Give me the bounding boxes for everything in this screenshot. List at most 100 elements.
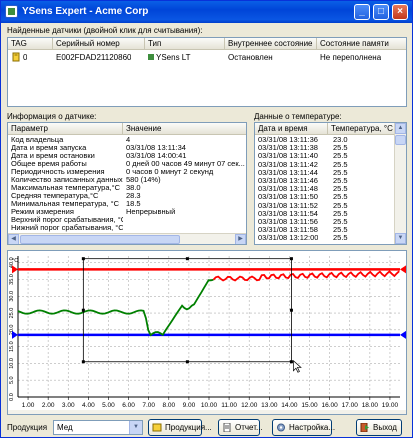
info-list[interactable]: Параметр Значение Код владельца 4 Дата и в… <box>7 122 247 245</box>
chart-scroll-strip <box>8 410 406 414</box>
info-row[interactable]: Количество записанных данных 580 (14%) <box>8 176 246 184</box>
product-select[interactable]: Мед ▼ <box>53 420 143 435</box>
temp-row[interactable]: 03/31/08 13:11:36 23.0 <box>255 136 395 144</box>
col-param[interactable]: Параметр <box>8 123 123 135</box>
col-state[interactable]: Внутреннее состояние <box>225 38 317 50</box>
temp-row[interactable]: 03/31/08 13:11:54 25.5 <box>255 210 395 218</box>
temp-value: 25.5 <box>333 185 348 194</box>
title-bar[interactable]: YSens Expert - Acme Corp _ □ × <box>1 1 412 23</box>
col-tag[interactable]: TAG <box>8 38 53 50</box>
x-tick-label: 6.00 <box>122 402 135 409</box>
temp-datetime: 03/31/08 13:11:36 <box>258 136 318 144</box>
chevron-down-icon[interactable]: ▼ <box>129 421 142 434</box>
info-value: 03/31/08 13:11:34 <box>126 144 186 152</box>
info-value: Непрерывный <box>126 208 176 216</box>
x-tick-label: 14.00 <box>281 402 298 409</box>
temp-datetime: 03/31/08 13:11:54 <box>258 209 318 218</box>
info-param: Максимальная температура,°C <box>11 184 120 192</box>
sensor-tag-icon <box>12 52 20 62</box>
y-tick-label: 0.0 <box>9 393 15 401</box>
temp-row[interactable]: 03/31/08 13:11:56 25.5 <box>255 218 395 226</box>
main-window: YSens Expert - Acme Corp _ □ × Найденные… <box>0 0 413 438</box>
info-row[interactable]: Нижний порог срабатывания, °C <box>8 224 246 232</box>
exit-button[interactable]: Выход <box>356 419 402 436</box>
settings-button[interactable]: Настройка... <box>272 419 335 436</box>
minimize-button[interactable]: _ <box>354 4 370 20</box>
info-row[interactable]: Режим измерения Непрерывный <box>8 208 246 216</box>
temp-row[interactable]: 03/31/08 13:12:00 25.5 <box>255 234 395 242</box>
info-row[interactable]: Минимальная температура, °C 18.5 <box>8 200 246 208</box>
col-serial[interactable]: Серийный номер <box>53 38 145 50</box>
info-row[interactable]: Код владельца 4 <box>8 136 246 144</box>
temp-value: 23.0 <box>333 136 348 144</box>
temp-row[interactable]: 03/31/08 13:11:52 25.5 <box>255 202 395 210</box>
info-hscroll[interactable]: ◀ ▶ <box>8 233 246 244</box>
scroll-up-icon[interactable]: ▲ <box>395 123 406 134</box>
sensors-list[interactable]: TAG Серийный номер Тип Внутреннее состоя… <box>7 37 407 107</box>
hscroll-thumb[interactable] <box>20 235 180 244</box>
info-param: Периодичность измерения <box>11 168 105 176</box>
temp-row[interactable]: 03/31/08 13:11:58 25.5 <box>255 226 395 234</box>
col-type[interactable]: Тип <box>145 38 225 50</box>
temp-row[interactable]: 03/31/08 13:11:46 25.5 <box>255 177 395 185</box>
info-row[interactable]: Периодичность измерения 0 часов 0 минут 2… <box>8 168 246 176</box>
temp-datetime: 03/31/08 13:11:48 <box>258 185 318 194</box>
info-value: 18.5 <box>126 200 141 208</box>
selection-handle <box>81 360 85 364</box>
temp-row[interactable]: 03/31/08 13:11:38 25.5 <box>255 144 395 152</box>
col-datetime[interactable]: Дата и время <box>255 123 328 135</box>
scroll-left-icon[interactable]: ◀ <box>8 234 19 244</box>
selection-handle <box>289 360 293 364</box>
products-button-label: Продукция... <box>165 423 212 432</box>
info-value: 580 (14%) <box>126 176 161 184</box>
report-button[interactable]: Отчет... <box>218 419 263 436</box>
ysens-icon <box>148 54 154 60</box>
sensor-serial: E002FDAD21120860 <box>56 53 132 62</box>
temp-row[interactable]: 03/31/08 13:11:50 25.5 <box>255 193 395 201</box>
sensor-type: YSens LT <box>156 53 191 62</box>
temp-row[interactable]: 03/31/08 13:11:42 25.5 <box>255 161 395 169</box>
scroll-down-icon[interactable]: ▼ <box>395 233 406 244</box>
x-tick-label: 11.00 <box>221 402 237 409</box>
info-row[interactable]: Общее время работы 0 дней 00 часов 49 мин… <box>8 160 246 168</box>
temp-value: 25.5 <box>333 209 348 218</box>
temperature-chart[interactable]: 40.0 35.0 30.0 25.0 20.0 15.0 10.0 5.0 0.0 °C 1.00… <box>7 250 407 415</box>
col-memory[interactable]: Состояние памяти <box>317 38 406 50</box>
temp-value: 25.5 <box>333 144 348 153</box>
info-row[interactable]: Дата и время остановки 03/31/08 14:00:41 <box>8 152 246 160</box>
temps-list[interactable]: Дата и время Температура, °C 03/31/08 13… <box>254 122 407 245</box>
sensors-label: Найденные датчики (двойной клик для счит… <box>7 26 203 35</box>
temp-datetime: 03/31/08 13:11:40 <box>258 152 318 161</box>
sensors-header: TAG Серийный номер Тип Внутреннее состоя… <box>8 38 406 50</box>
maximize-button[interactable]: □ <box>373 4 389 20</box>
x-tick-label: 3.00 <box>62 402 75 409</box>
temp-row[interactable]: 03/31/08 13:11:48 25.5 <box>255 185 395 193</box>
temp-value: 25.5 <box>333 152 348 161</box>
info-param: Режим измерения <box>11 208 74 216</box>
temp-datetime: 03/31/08 13:11:56 <box>258 218 318 226</box>
col-value[interactable]: Значение <box>123 123 246 135</box>
close-button[interactable]: × <box>392 4 408 20</box>
info-row[interactable]: Верхний порог срабатывания, °C <box>8 216 246 224</box>
vscroll-thumb[interactable] <box>395 135 406 145</box>
temps-vscroll[interactable]: ▲ ▼ <box>394 123 406 244</box>
products-button[interactable]: Продукция... <box>148 419 212 436</box>
temp-datetime: 03/31/08 13:12:00 <box>258 234 319 243</box>
temp-row[interactable]: 03/31/08 13:11:44 25.5 <box>255 169 395 177</box>
info-value: 4 <box>126 136 131 144</box>
scroll-right-icon[interactable]: ▶ <box>235 234 246 244</box>
temp-datetime: 03/31/08 13:11:38 <box>258 144 318 153</box>
col-temperature[interactable]: Температура, °C <box>328 123 395 135</box>
chart-canvas[interactable]: 40.035.030.025.020.015.010.05.00.0°C1.00… <box>8 251 406 414</box>
info-row[interactable]: Дата и время запуска 03/31/08 13:11:34 <box>8 144 246 152</box>
temp-row[interactable]: 03/31/08 13:11:40 25.5 <box>255 152 395 160</box>
info-row[interactable]: Средняя температура,°C 28.3 <box>8 192 246 200</box>
info-row[interactable]: Максимальная температура,°C 38.0 <box>8 184 246 192</box>
sensor-row[interactable]: 0 E002FDAD21120860 YSens LT Остановлен Н… <box>8 51 406 63</box>
x-tick-label: 16.00 <box>321 402 338 409</box>
x-tick-label: 17.00 <box>342 402 359 409</box>
y-tick-label: 30.0 <box>9 291 15 302</box>
report-icon <box>223 423 231 432</box>
temp-value: 25.5 <box>333 160 348 169</box>
y-tick-label: 10.0 <box>9 358 15 369</box>
